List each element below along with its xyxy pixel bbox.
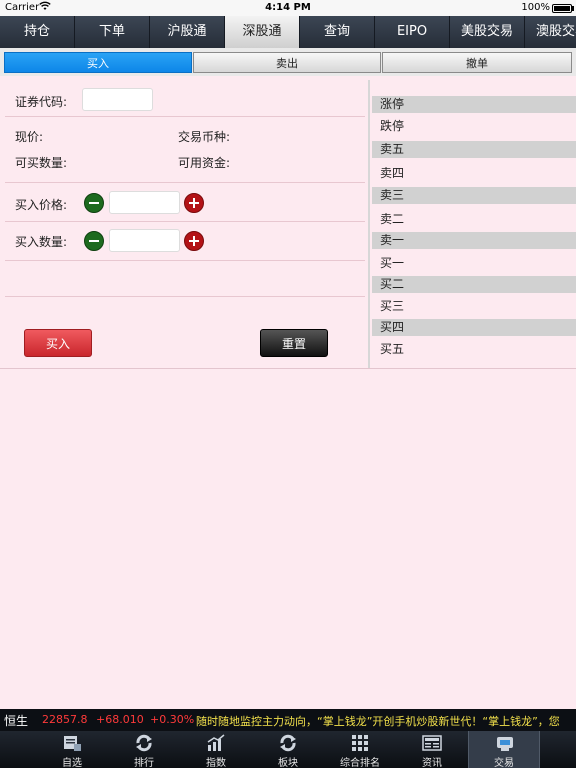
quote-row-ask2: 卖二 [380,212,405,226]
top-tab-bar: 持仓 下单 沪股通 深股通 查询 EIPO 美股交易 澳股交易 [0,16,576,48]
quote-row-bid3: 买三 [380,299,405,313]
content-divider [0,368,576,369]
buy-price-label: 买入价格: [15,198,68,212]
bottom-tab-index[interactable]: 指数 [180,731,252,768]
battery-percent: 100% [521,2,550,13]
quote-row-limit-down: 跌停 [380,119,405,133]
segment-sell[interactable]: 卖出 [193,52,381,73]
bottom-tab-label: 资讯 [422,758,442,768]
quote-row-bid5: 买五 [380,342,405,356]
tab-shanghai-connect[interactable]: 沪股通 [150,16,225,48]
tab-holdings[interactable]: 持仓 [0,16,75,48]
battery-tip [572,6,574,11]
quote-row-ask3: 卖三 [372,187,576,204]
buy-button[interactable]: 买入 [24,329,92,357]
refresh-arrows-icon [280,734,296,752]
security-code-input[interactable] [82,88,153,111]
row-divider [5,260,365,261]
currency-label: 交易币种: [178,130,231,144]
tab-order[interactable]: 下单 [75,16,150,48]
buy-quantity-label: 买入数量: [15,235,68,249]
tab-shenzhen-connect[interactable]: 深股通 [225,16,300,48]
price-increase-button[interactable] [184,193,204,213]
minus-icon [89,240,99,242]
minus-icon [89,202,99,204]
current-price-label: 现价: [15,130,44,144]
index-change: +68.010 [96,713,144,726]
refresh-arrows-icon [136,734,152,752]
quote-row-bid1: 买一 [380,256,405,270]
bottom-tab-overall-ranking[interactable]: 综合排名 [324,731,396,768]
price-decrease-button[interactable] [84,193,104,213]
quote-ladder: 涨停 跌停 卖五 卖四 卖三 卖二 卖一 买一 买二 买三 买四 买五 [368,80,576,368]
bottom-tab-sector[interactable]: 板块 [252,731,324,768]
index-value: 22857.8 [42,713,88,726]
row-divider [5,296,365,297]
buy-quantity-input[interactable] [109,229,180,252]
order-form: 证券代码: 现价: 交易币种: 可买数量: 可用资金: 买入价格: 买入数量: … [0,80,366,370]
index-name: 恒生 [4,714,29,728]
tab-us-trading[interactable]: 美股交易 [450,16,525,48]
tab-eipo[interactable]: EIPO [375,16,450,48]
bottom-tab-news[interactable]: 资讯 [396,731,468,768]
bar-chart-icon [207,734,225,751]
bottom-tab-label: 指数 [206,758,226,768]
bottom-tab-ranking[interactable]: 排行 [108,731,180,768]
buy-price-input[interactable] [109,191,180,214]
tab-query[interactable]: 查询 [300,16,375,48]
bottom-tab-bar: 自选 排行 指数 板块 综合排名 资讯 交易 [0,731,576,768]
available-funds-label: 可用资金: [178,156,231,170]
quantity-increase-button[interactable] [184,231,204,251]
grid-icon [352,735,368,751]
bottom-tab-label: 排行 [134,758,154,768]
reset-button[interactable]: 重置 [260,329,328,357]
quantity-decrease-button[interactable] [84,231,104,251]
portfolio-icon [64,736,81,751]
bottom-tab-label: 自选 [62,758,82,768]
trade-icon [497,737,513,751]
segment-buy[interactable]: 买入 [4,52,192,73]
row-divider [5,116,365,117]
quote-row-ask4: 卖四 [380,166,405,180]
index-ticker: 恒生 22857.8 +68.010 +0.30% 随时随地监控主力动向，“掌上… [0,709,576,731]
quote-row-bid2: 买二 [372,276,576,293]
news-marquee: 随时随地监控主力动向，“掌上钱龙”开创手机炒股新世代！“掌上钱龙”，您 [196,715,560,728]
bottom-tab-watchlist[interactable]: 自选 [36,731,108,768]
quote-row-bid4: 买四 [372,319,576,336]
security-code-label: 证券代码: [15,95,68,109]
row-divider [5,221,365,222]
tab-au-trading[interactable]: 澳股交易 [525,16,576,48]
quote-row-ask5: 卖五 [372,141,576,158]
segment-cancel[interactable]: 撤单 [382,52,572,73]
battery-icon [552,4,572,13]
index-change-percent: +0.30% [150,713,195,726]
newspaper-icon [422,735,442,751]
buyable-quantity-label: 可买数量: [15,156,68,170]
quote-row-limit-up: 涨停 [372,96,576,113]
segment-bar: 买入 卖出 撤单 [0,48,576,76]
status-bar: Carrier 4:14 PM 100% [0,0,576,16]
bottom-tab-label: 综合排名 [340,758,380,768]
clock: 4:14 PM [265,2,311,13]
row-divider [5,182,365,183]
bottom-tab-trade[interactable]: 交易 [468,731,540,768]
bottom-tab-label: 交易 [494,758,514,768]
bottom-tab-label: 板块 [278,758,298,768]
quote-row-ask1: 卖一 [372,232,576,249]
